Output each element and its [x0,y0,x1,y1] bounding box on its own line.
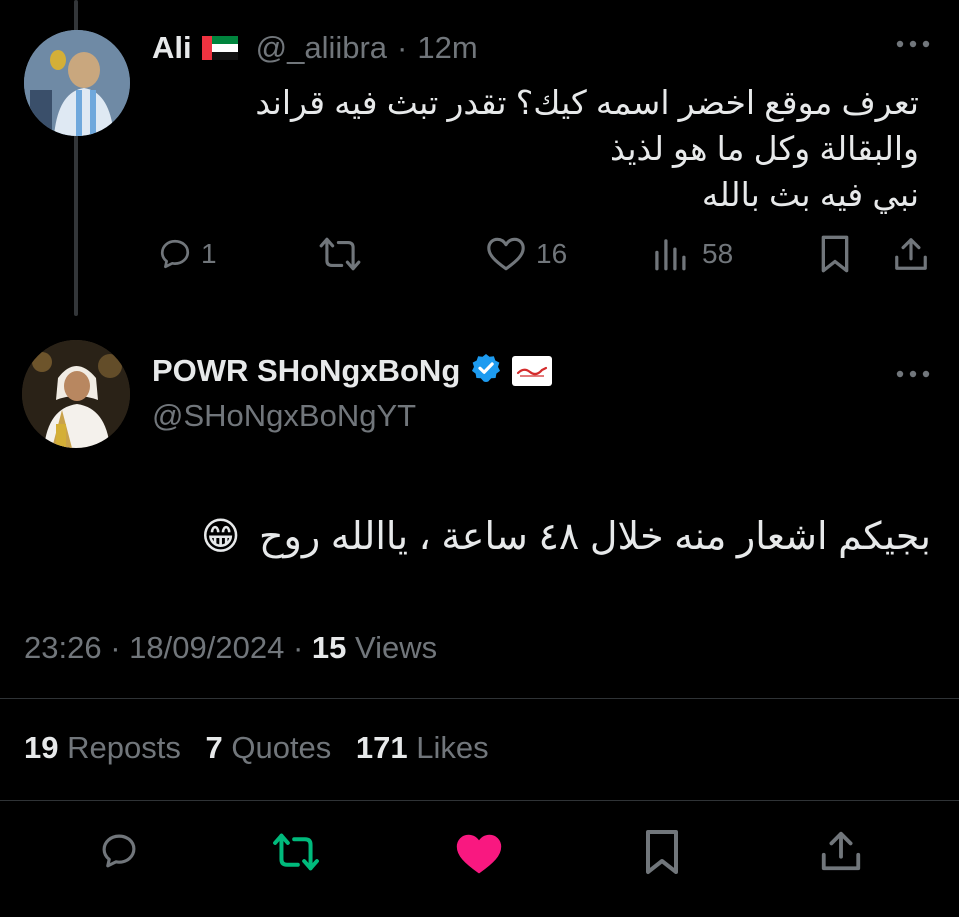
reply-timestamp[interactable]: 12m [417,30,477,66]
share-icon [821,831,861,871]
main-bookmark-button[interactable] [642,828,682,876]
meta-separator-2: · [292,630,304,665]
main-share-button[interactable] [818,828,864,874]
reply-icon [160,239,190,269]
reply-views-count: 58 [702,238,734,269]
avatar-ali-image [24,30,130,136]
reply-tweet-line-1: تعرف موقع اخضر اسمه كيك؟ تقدر تبث فيه قر… [255,84,919,121]
reply-tweet-line-2: والبقالة وكل ما هو لذيذ [610,130,919,167]
repost-icon [273,833,319,871]
main-like-button[interactable] [454,832,504,876]
divider-bottom [0,800,959,801]
reply-separator: · [397,30,408,65]
bookmark-icon [821,235,849,273]
tweet-meta-line: 23:26 · 18/09/2024 · 15 Views [24,630,437,666]
views-label: Views [355,630,438,665]
heart-icon [456,834,502,874]
main-repost-button[interactable] [270,832,322,872]
engagement-stats: 19 Reposts 7 Quotes 171 Likes [24,730,489,766]
more-icon [896,40,930,48]
reply-tweet-line-3: نبي فيه بث بالله [701,176,919,213]
tweet-date[interactable]: 18/09/2024 [129,630,284,665]
reply-share-button[interactable] [892,234,930,274]
reply-reply-count: 1 [201,238,217,269]
reply-author-handle[interactable]: @_aliibra [256,30,387,66]
reposts-label: Reposts [67,730,181,765]
verified-badge-icon[interactable] [470,352,502,389]
quotes-label: Quotes [231,730,332,765]
tweet-time[interactable]: 23:26 [24,630,102,665]
reply-like-count: 16 [536,238,568,269]
repost-icon [319,237,361,271]
reply-like-button[interactable]: 16 [486,236,567,272]
likes-label: Likes [416,730,489,765]
author-display-name[interactable]: POWR SHoNgxBoNg [152,353,460,389]
reply-reply-button[interactable]: 1 [155,236,217,272]
reply-more-button[interactable] [896,36,930,54]
main-more-button[interactable] [896,366,930,384]
grinning-face-emoji: 😁 [200,516,241,558]
heart-icon [487,237,525,271]
main-tweet-text: بجيكم اشعار منه خلال ٤٨ ساعة ، ياالله رو… [201,512,931,562]
reposts-stat[interactable]: 19 Reposts [24,730,189,765]
avatar-powr-shongxbong[interactable] [22,340,130,448]
reply-bookmark-button[interactable] [818,234,852,274]
reply-views-button[interactable]: 58 [652,236,733,272]
reply-icon [102,834,136,868]
divider-top [0,698,959,699]
share-icon [895,238,927,270]
reply-author-name[interactable]: Ali [152,30,192,66]
reposts-count: 19 [24,730,59,765]
quotes-count: 7 [205,730,223,765]
meta-separator-1: · [110,630,121,665]
reply-tweet-text: تعرف موقع اخضر اسمه كيك؟ تقدر تبث فيه قر… [255,80,919,218]
quotes-stat[interactable]: 7 Quotes [205,730,339,765]
avatar-ali[interactable] [24,30,130,136]
main-tweet-body: بجيكم اشعار منه خلال ٤٨ ساعة ، ياالله رو… [259,516,931,558]
author-handle[interactable]: @SHoNgxBoNgYT [152,398,416,434]
main-reply-button[interactable] [96,830,142,872]
more-icon [896,370,930,378]
affiliate-badge-icon[interactable] [512,355,553,386]
likes-stat[interactable]: 171 Likes [356,730,489,765]
bookmark-icon [646,830,678,874]
avatar-powr-image [22,340,130,448]
views-icon [655,239,686,271]
likes-count: 171 [355,730,408,765]
uae-flag-icon [201,36,238,60]
reply-repost-button[interactable] [318,236,362,272]
views-count: 15 [311,630,347,665]
